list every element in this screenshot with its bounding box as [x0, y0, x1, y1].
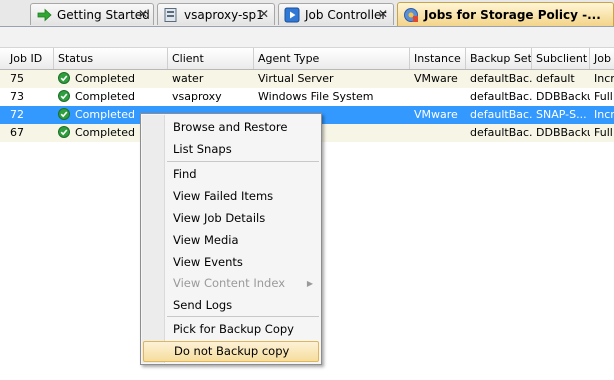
status-cell: Completed [54, 88, 168, 106]
tab-label: Jobs for Storage Policy -... [424, 7, 601, 22]
tab-strip: Getting Started ✕ vsaproxy-sp1 ✕ Job Con… [0, 0, 614, 27]
menu-item-find[interactable]: Find [143, 164, 319, 185]
column-header-client[interactable]: Client [168, 48, 254, 69]
submenu-arrow-icon: ▶ [306, 279, 313, 288]
tab-label: Getting Started [57, 7, 150, 22]
job-id-cell: 75 [10, 72, 24, 85]
status-text: Completed [75, 72, 135, 85]
backup-set-cell: defaultBac... [470, 108, 532, 121]
close-icon[interactable]: ✕ [138, 7, 148, 21]
status-cell: Completed [54, 70, 168, 88]
table-row[interactable]: 75 Completed water Virtual Server VMware… [0, 70, 614, 88]
toolbar-band [0, 27, 614, 48]
job-type-cell: Full [594, 126, 613, 139]
job-id-cell: 73 [10, 90, 24, 103]
backup-set-cell: defaultBac... [470, 90, 532, 103]
tab-jobs-for-storage-policy[interactable]: Jobs for Storage Policy -... [397, 2, 614, 26]
storage-policy-jobs-icon [404, 7, 418, 22]
menu-item-pick-for-backup-copy[interactable]: Pick for Backup Copy [143, 319, 319, 340]
storage-policy-icon [164, 7, 177, 22]
table-header: Job ID Status Client Agent Type Instance… [0, 48, 614, 70]
column-header-status[interactable]: Status [54, 48, 168, 69]
check-circle-icon [58, 72, 70, 84]
check-circle-icon [58, 126, 70, 138]
menu-item-send-logs[interactable]: Send Logs [143, 295, 319, 316]
menu-item-list-snaps[interactable]: List Snaps [143, 139, 319, 160]
agent-type-cell: Virtual Server [258, 72, 334, 85]
tab-label: Job Controller [305, 7, 387, 22]
status-text: Completed [75, 126, 135, 139]
menu-item-view-events[interactable]: View Events [143, 252, 319, 273]
menu-item-do-not-backup-copy[interactable]: Do not Backup copy [143, 341, 319, 362]
subclient-cell: default [536, 72, 575, 85]
play-icon [284, 7, 300, 22]
tab-job-controller[interactable]: Job Controller ✕ [278, 3, 394, 25]
tab-vsaproxy-sp1[interactable]: vsaproxy-sp1 ✕ [157, 3, 275, 25]
menu-item-label: View Content Index [173, 276, 285, 290]
menu-item-view-failed-items[interactable]: View Failed Items [143, 186, 319, 207]
backup-set-cell: defaultBac... [470, 72, 532, 85]
agent-type-cell: Windows File System [258, 90, 374, 103]
status-text: Completed [75, 108, 135, 121]
client-cell: vsaproxy [172, 90, 222, 103]
tab-getting-started[interactable]: Getting Started ✕ [30, 3, 154, 25]
menu-separator [167, 316, 319, 317]
column-header-subclient[interactable]: Subclient [532, 48, 590, 69]
menu-item-browse-and-restore[interactable]: Browse and Restore [143, 117, 319, 138]
close-icon[interactable]: ✕ [259, 7, 269, 21]
table-row[interactable]: 73 Completed vsaproxy Windows File Syste… [0, 88, 614, 106]
instance-cell: VMware [414, 108, 458, 121]
backup-set-cell: defaultBac... [470, 126, 532, 139]
job-type-cell: Incre [594, 72, 614, 85]
instance-cell: VMware [414, 72, 458, 85]
tab-label: vsaproxy-sp1 [184, 7, 264, 22]
column-header-backup-set[interactable]: Backup Set [466, 48, 532, 69]
column-header-job[interactable]: Job [590, 48, 614, 69]
subclient-cell: SNAP-S... [536, 108, 587, 121]
column-header-job-id[interactable]: Job ID [6, 48, 54, 69]
instance-cell [410, 124, 466, 142]
subclient-cell: DDBBackup [536, 90, 590, 103]
subclient-cell: DDBBackup [536, 126, 590, 139]
menu-item-view-job-details[interactable]: View Job Details [143, 208, 319, 229]
green-arrow-icon [37, 8, 52, 21]
job-type-cell: Full [594, 90, 613, 103]
job-type-cell: Incre [594, 108, 614, 121]
menu-item-view-content-index: View Content Index ▶ [143, 273, 319, 294]
menu-item-view-media[interactable]: View Media [143, 230, 319, 251]
menu-separator [167, 161, 319, 162]
check-circle-icon [58, 108, 70, 120]
context-menu: Browse and Restore List Snaps Find View … [140, 113, 322, 365]
instance-cell [410, 88, 466, 106]
column-header-instance[interactable]: Instance [410, 48, 466, 69]
status-text: Completed [75, 90, 135, 103]
column-header-agent-type[interactable]: Agent Type [254, 48, 410, 69]
job-id-cell: 72 [10, 108, 24, 121]
close-icon[interactable]: ✕ [378, 7, 388, 21]
check-circle-icon [58, 90, 70, 102]
client-cell: water [172, 72, 204, 85]
job-id-cell: 67 [10, 126, 24, 139]
